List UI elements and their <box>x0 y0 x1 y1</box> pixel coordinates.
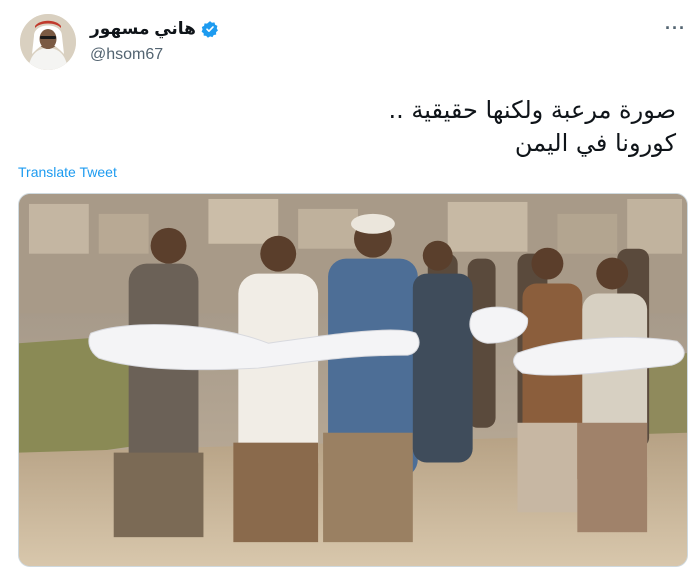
more-options-icon[interactable]: ··· <box>665 18 686 39</box>
translate-tweet-link[interactable]: Translate Tweet <box>18 164 117 180</box>
tweet-text: صورة مرعبة ولكنها حقيقية .. كورونا في ال… <box>116 94 676 160</box>
display-name[interactable]: هاني مسهور <box>90 19 196 39</box>
name-row[interactable]: هاني مسهور <box>90 19 219 39</box>
user-handle[interactable]: @hsom67 <box>90 46 163 64</box>
verified-badge-icon <box>201 20 219 38</box>
tweet-text-line: كورونا في اليمن <box>514 129 676 157</box>
tweet-photo[interactable] <box>18 193 688 567</box>
tweet-card: هاني مسهور @hsom67 ··· صورة مرعبة ولكنها… <box>0 0 700 580</box>
tweet-text-line: صورة مرعبة ولكنها حقيقية .. <box>388 96 676 124</box>
avatar[interactable] <box>20 14 76 70</box>
